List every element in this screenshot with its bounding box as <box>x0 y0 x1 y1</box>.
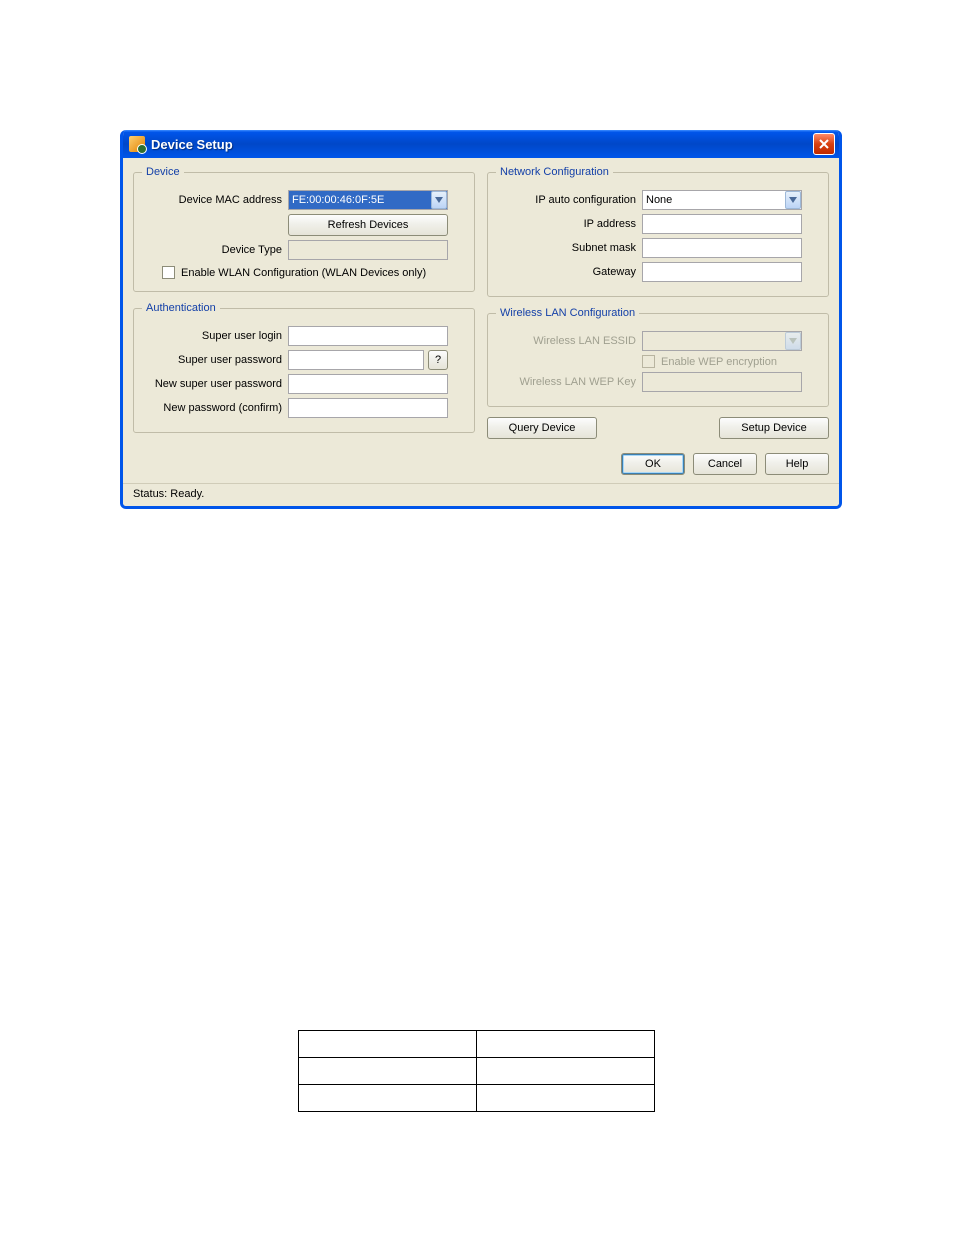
query-device-button[interactable]: Query Device <box>487 417 597 439</box>
wep-key-input <box>642 372 802 392</box>
ip-auto-dropdown-button[interactable] <box>785 191 801 209</box>
network-config-group: Network Configuration IP auto configurat… <box>487 166 829 297</box>
su-login-label: Super user login <box>142 330 288 342</box>
confirm-password-input[interactable] <box>288 398 448 418</box>
status-text: Status: Ready. <box>133 488 204 500</box>
titlebar[interactable]: Device Setup <box>123 130 839 158</box>
new-password-label: New super user password <box>142 378 288 390</box>
essid-value <box>642 331 802 351</box>
new-password-input[interactable] <box>288 374 448 394</box>
enable-wep-checkbox <box>642 355 655 368</box>
window-title: Device Setup <box>151 137 813 152</box>
wlan-config-legend: Wireless LAN Configuration <box>496 307 639 319</box>
chevron-down-icon <box>789 338 797 344</box>
essid-select <box>642 331 802 351</box>
device-type-field <box>288 240 448 260</box>
enable-wep-label: Enable WEP encryption <box>661 356 777 368</box>
table-row <box>299 1085 655 1112</box>
essid-label: Wireless LAN ESSID <box>496 335 642 347</box>
cancel-button[interactable]: Cancel <box>693 453 757 475</box>
ip-address-label: IP address <box>496 218 642 230</box>
table-row <box>299 1058 655 1085</box>
essid-dropdown-button <box>785 332 801 350</box>
status-bar: Status: Ready. <box>123 483 839 506</box>
setup-device-button[interactable]: Setup Device <box>719 417 829 439</box>
subnet-mask-input[interactable] <box>642 238 802 258</box>
confirm-password-label: New password (confirm) <box>142 402 288 414</box>
close-icon <box>819 139 829 149</box>
app-icon <box>129 136 145 152</box>
su-password-label: Super user password <box>142 354 288 366</box>
gateway-input[interactable] <box>642 262 802 282</box>
help-button[interactable]: Help <box>765 453 829 475</box>
device-setup-window: Device Setup Device Device MAC address <box>120 130 842 509</box>
mac-dropdown-button[interactable] <box>431 191 447 209</box>
dialog-body: Device Device MAC address <box>123 158 839 447</box>
device-group: Device Device MAC address <box>133 166 475 292</box>
enable-wlan-label: Enable WLAN Configuration (WLAN Devices … <box>181 267 426 279</box>
su-login-input[interactable] <box>288 326 448 346</box>
chevron-down-icon <box>435 197 443 203</box>
subnet-mask-label: Subnet mask <box>496 242 642 254</box>
action-row: Query Device Setup Device <box>487 417 829 439</box>
wep-key-label: Wireless LAN WEP Key <box>496 376 642 388</box>
su-password-input[interactable] <box>288 350 424 370</box>
ip-address-input[interactable] <box>642 214 802 234</box>
authentication-group: Authentication Super user login Super us… <box>133 302 475 433</box>
mac-address-combo[interactable] <box>288 190 448 210</box>
password-help-button[interactable]: ? <box>428 350 448 370</box>
close-button[interactable] <box>813 133 835 155</box>
ip-auto-label: IP auto configuration <box>496 194 642 206</box>
mac-address-input[interactable] <box>288 190 448 210</box>
authentication-legend: Authentication <box>142 302 220 314</box>
ok-button[interactable]: OK <box>621 453 685 475</box>
device-type-label: Device Type <box>142 244 288 256</box>
chevron-down-icon <box>789 197 797 203</box>
table-row <box>299 1031 655 1058</box>
enable-wlan-checkbox[interactable] <box>162 266 175 279</box>
ip-auto-value[interactable] <box>642 190 802 210</box>
wlan-config-group: Wireless LAN Configuration Wireless LAN … <box>487 307 829 407</box>
network-config-legend: Network Configuration <box>496 166 613 178</box>
ip-auto-select[interactable] <box>642 190 802 210</box>
device-legend: Device <box>142 166 184 178</box>
footer-buttons: OK Cancel Help <box>123 447 839 483</box>
gateway-label: Gateway <box>496 266 642 278</box>
refresh-devices-button[interactable]: Refresh Devices <box>288 214 448 236</box>
empty-table <box>298 1030 655 1112</box>
mac-address-label: Device MAC address <box>142 194 288 206</box>
